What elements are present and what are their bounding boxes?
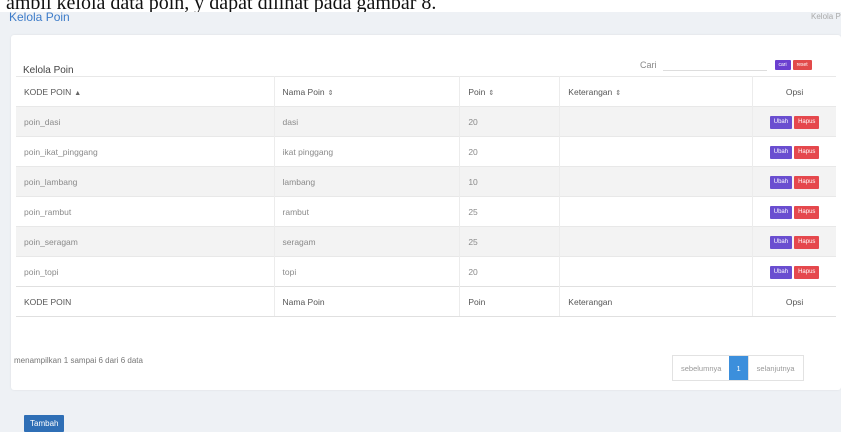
edit-button[interactable]: Ubah: [769, 205, 793, 219]
cell-nama: topi: [274, 256, 461, 287]
cell-kode: poin_topi: [16, 256, 275, 287]
edit-button[interactable]: Ubah: [769, 265, 793, 279]
cell-nama: seragam: [274, 226, 461, 257]
cell-keterangan: [559, 226, 754, 257]
sort-icon: ⇕: [488, 89, 495, 97]
table-row: poin_ikat_pinggang ikat pinggang 20 Ubah Hap…: [16, 136, 836, 167]
edit-button[interactable]: Ubah: [769, 175, 793, 189]
cell-kode: poin_ikat_pinggang: [16, 136, 275, 167]
cell-poin: 20: [459, 106, 561, 137]
breadcrumb[interactable]: Kelola Poin: [811, 12, 841, 21]
poin-table: KODE POIN ▲ Nama Poin ⇕ Poin ⇕ Keterangan ⇕ …: [16, 76, 836, 317]
cell-keterangan: [559, 166, 754, 197]
delete-button[interactable]: Hapus: [794, 115, 820, 129]
sort-icon: ⇕: [327, 89, 334, 97]
cell-nama: rambut: [274, 196, 461, 227]
table-row: poin_topi topi 20 Ubah Hapus: [16, 256, 836, 287]
delete-button[interactable]: Hapus: [794, 235, 820, 249]
column-header-keterangan[interactable]: Keterangan ⇕: [559, 76, 754, 107]
cell-keterangan: [559, 106, 754, 137]
search-input[interactable]: [662, 59, 767, 71]
edit-button[interactable]: Ubah: [769, 115, 793, 129]
cell-opsi: Ubah Hapus: [752, 106, 836, 137]
table-row: poin_dasi dasi 20 Ubah Hapus: [16, 106, 836, 137]
cell-poin: 10: [459, 166, 561, 197]
cell-poin: 25: [459, 226, 561, 257]
cell-opsi: Ubah Hapus: [752, 256, 836, 287]
card-title: Kelola Poin: [23, 65, 74, 76]
search-label: Cari: [640, 60, 657, 70]
page-1-button[interactable]: 1: [729, 356, 748, 380]
cell-poin: 20: [459, 256, 561, 287]
cell-poin: 20: [459, 136, 561, 167]
reset-button[interactable]: reset: [792, 60, 812, 70]
cell-opsi: Ubah Hapus: [752, 166, 836, 197]
footer-poin: Poin: [459, 286, 561, 317]
cell-kode: poin_rambut: [16, 196, 275, 227]
cell-kode: poin_seragam: [16, 226, 275, 257]
cell-keterangan: [559, 136, 754, 167]
footer-kode: KODE POIN: [16, 286, 275, 317]
table-row: poin_rambut rambut 25 Ubah Hapus: [16, 196, 836, 227]
next-page-button[interactable]: selanjutnya: [747, 356, 803, 380]
cell-keterangan: [559, 196, 754, 227]
cell-kode: poin_lambang: [16, 166, 275, 197]
footer-opsi: Opsi: [752, 286, 836, 317]
edit-button[interactable]: Ubah: [769, 235, 793, 249]
add-button[interactable]: Tambah: [24, 415, 65, 432]
footer-nama: Nama Poin: [274, 286, 461, 317]
table-row: poin_seragam seragam 25 Ubah Hapus: [16, 226, 836, 257]
cell-nama: dasi: [274, 106, 461, 137]
cell-poin: 25: [459, 196, 561, 227]
cell-nama: ikat pinggang: [274, 136, 461, 167]
pagination: sebelumnya 1 selanjutnya: [672, 355, 804, 381]
delete-button[interactable]: Hapus: [794, 205, 820, 219]
footer-keterangan: Keterangan: [559, 286, 754, 317]
column-header-poin[interactable]: Poin ⇕: [459, 76, 561, 107]
table-info: menampilkan 1 sampai 6 dari 6 data: [14, 356, 143, 365]
delete-button[interactable]: Hapus: [794, 175, 820, 189]
column-header-opsi: Opsi: [752, 76, 836, 107]
cell-opsi: Ubah Hapus: [752, 196, 836, 227]
cell-keterangan: [559, 256, 754, 287]
column-header-nama[interactable]: Nama Poin ⇕: [274, 76, 461, 107]
table-row: poin_lambang lambang 10 Ubah Hapus: [16, 166, 836, 197]
edit-button[interactable]: Ubah: [769, 145, 793, 159]
prev-page-button[interactable]: sebelumnya: [673, 356, 729, 380]
sort-icon: ⇕: [615, 89, 622, 97]
delete-button[interactable]: Hapus: [794, 145, 820, 159]
cell-opsi: Ubah Hapus: [752, 136, 836, 167]
table-header-row: KODE POIN ▲ Nama Poin ⇕ Poin ⇕ Keterangan ⇕ …: [16, 76, 836, 107]
sort-asc-icon: ▲: [74, 89, 82, 97]
search-button[interactable]: cari: [774, 60, 791, 70]
cell-kode: poin_dasi: [16, 106, 275, 137]
search-bar: Cari cari reset: [640, 58, 812, 72]
table-footer-row: KODE POIN Nama Poin Poin Keterangan Opsi: [16, 286, 836, 317]
page-title: Kelola Poin: [9, 10, 70, 24]
cell-opsi: Ubah Hapus: [752, 226, 836, 257]
column-header-kode[interactable]: KODE POIN ▲: [16, 76, 275, 107]
cell-nama: lambang: [274, 166, 461, 197]
delete-button[interactable]: Hapus: [794, 265, 820, 279]
document-caption: ambil kelola data poin, y dapat dilihat …: [0, 0, 841, 12]
